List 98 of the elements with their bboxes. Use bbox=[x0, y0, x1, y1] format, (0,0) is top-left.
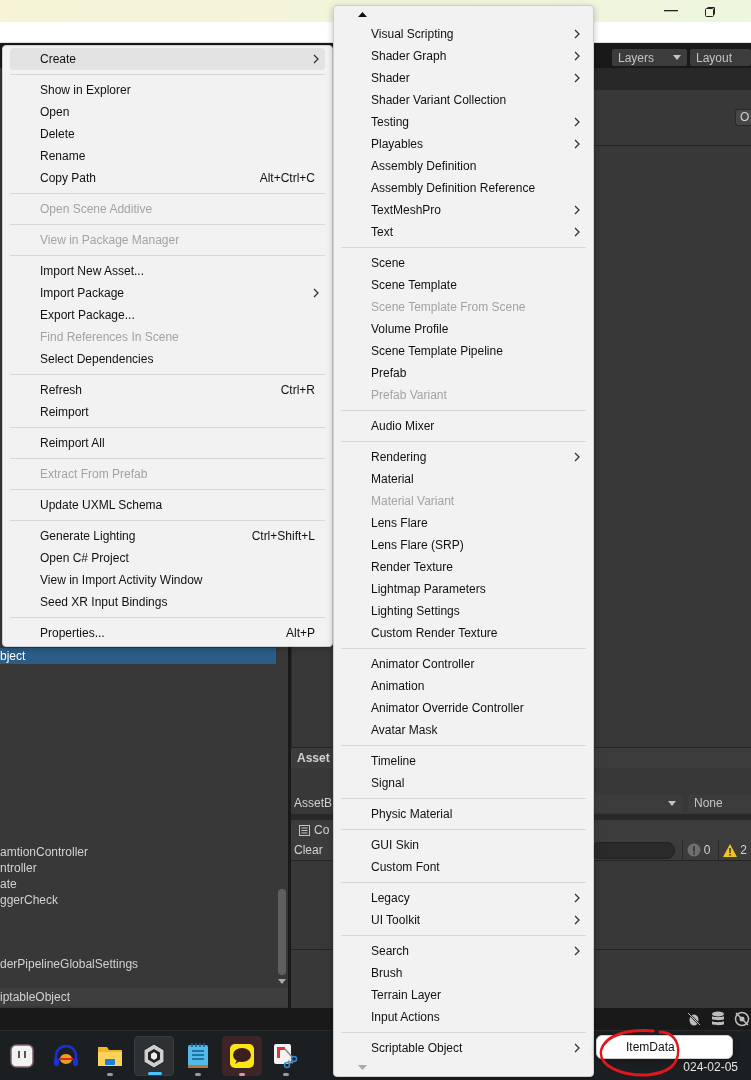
menu-item[interactable]: Create bbox=[10, 48, 325, 70]
menu-item[interactable]: GUI Skin bbox=[341, 834, 586, 856]
menu-item[interactable]: UI Toolkit bbox=[341, 909, 586, 931]
menu-item[interactable]: TextMeshPro bbox=[341, 199, 586, 221]
menu-item[interactable]: Lens Flare (SRP) bbox=[341, 534, 586, 556]
menu-item[interactable]: Delete bbox=[10, 123, 325, 145]
menu-item[interactable]: Timeline bbox=[341, 750, 586, 772]
menu-item[interactable]: Playables bbox=[341, 133, 586, 155]
warning-icon bbox=[723, 843, 738, 857]
menu-item[interactable]: View in Import Activity Window bbox=[10, 569, 325, 591]
menu-item[interactable]: Terrain Layer bbox=[341, 984, 586, 1006]
scrollbar-thumb[interactable] bbox=[278, 889, 286, 975]
menu-item[interactable]: Update UXML Schema bbox=[10, 494, 325, 516]
menu-item[interactable]: Refresh Ctrl+R bbox=[10, 379, 325, 401]
menu-item[interactable]: Rename bbox=[10, 145, 325, 167]
error-count-toggle[interactable]: 0 bbox=[681, 840, 715, 860]
menu-item[interactable]: Search bbox=[341, 940, 586, 962]
menu-item[interactable]: Open C# Project bbox=[10, 547, 325, 569]
scissors-icon bbox=[273, 1042, 299, 1069]
menu-item[interactable]: Material bbox=[341, 468, 586, 490]
menu-item[interactable]: Scene bbox=[341, 252, 586, 274]
menu-item[interactable]: Brush bbox=[341, 962, 586, 984]
menu-item[interactable]: Generate Lighting Ctrl+Shift+L bbox=[10, 525, 325, 547]
menu-item[interactable]: Legacy bbox=[341, 887, 586, 909]
project-item[interactable]: ntroller bbox=[0, 860, 276, 876]
field-label: AssetB bbox=[294, 796, 332, 810]
project-item[interactable]: ate bbox=[0, 876, 276, 892]
overlay-button[interactable]: O bbox=[735, 109, 751, 126]
menu-item[interactable]: Lightmap Parameters bbox=[341, 578, 586, 600]
panel-tab[interactable]: Asset bbox=[297, 751, 330, 765]
menu-item[interactable]: Shader bbox=[341, 67, 586, 89]
menu-item[interactable]: Animator Controller bbox=[341, 653, 586, 675]
menu-item[interactable]: Reimport All bbox=[10, 432, 325, 454]
menu-item[interactable]: Scene Template bbox=[341, 274, 586, 296]
layers-dropdown[interactable]: Layers bbox=[612, 49, 687, 66]
network-icon[interactable] bbox=[734, 1011, 750, 1027]
menu-item[interactable]: Rendering bbox=[341, 446, 586, 468]
menu-item[interactable]: Open bbox=[10, 101, 325, 123]
menu-item[interactable]: Assembly Definition Reference bbox=[341, 177, 586, 199]
menu-item[interactable]: Properties... Alt+P bbox=[10, 622, 325, 644]
menu-item[interactable]: Physic Material bbox=[341, 803, 586, 825]
menu-item[interactable]: Avatar Mask bbox=[341, 719, 586, 741]
menu-item[interactable]: Testing bbox=[341, 111, 586, 133]
menu-item[interactable]: Import New Asset... bbox=[10, 260, 325, 282]
folder-icon bbox=[97, 1044, 123, 1067]
menu-item[interactable]: Custom Font bbox=[341, 856, 586, 878]
menu-item[interactable]: Select Dependencies bbox=[10, 348, 325, 370]
cube-icon bbox=[142, 1042, 166, 1069]
dropdown-arrow-icon bbox=[673, 55, 681, 60]
menu-item[interactable]: Volume Profile bbox=[341, 318, 586, 340]
menu-item[interactable]: Scene Template Pipeline bbox=[341, 340, 586, 362]
project-item[interactable]: ggerCheck bbox=[0, 892, 276, 908]
dropdown-arrow-icon bbox=[668, 800, 676, 806]
project-item[interactable]: bject bbox=[0, 648, 276, 664]
taskbar-button[interactable] bbox=[134, 1035, 174, 1076]
minimize-icon[interactable] bbox=[664, 10, 678, 12]
menu-item[interactable]: Scriptable Object bbox=[341, 1037, 586, 1059]
menu-item[interactable]: Reimport bbox=[10, 401, 325, 423]
console-icon bbox=[299, 824, 310, 836]
error-icon bbox=[686, 843, 701, 857]
menu-item[interactable]: Signal bbox=[341, 772, 586, 794]
menu-item[interactable]: Animator Override Controller bbox=[341, 697, 586, 719]
menu-item[interactable]: Show in Explorer bbox=[10, 79, 325, 101]
scroll-up-icon[interactable] bbox=[358, 12, 367, 17]
restore-icon[interactable] bbox=[705, 5, 716, 17]
menu-item[interactable]: Input Actions bbox=[341, 1006, 586, 1028]
menu-item[interactable]: Animation bbox=[341, 675, 586, 697]
menu-item[interactable]: Lighting Settings bbox=[341, 600, 586, 622]
selected-path: iptableObject bbox=[0, 988, 288, 1006]
menu-item[interactable]: Seed XR Input Bindings bbox=[10, 591, 325, 613]
menu-item[interactable]: Assembly Definition bbox=[341, 155, 586, 177]
notepad-icon bbox=[187, 1042, 209, 1069]
menu-item[interactable]: Text bbox=[341, 221, 586, 243]
panel-tab[interactable]: Co bbox=[314, 823, 330, 837]
menu-item[interactable]: Render Texture bbox=[341, 556, 586, 578]
menu-item[interactable]: Audio Mixer bbox=[341, 415, 586, 437]
scroll-down-icon[interactable] bbox=[278, 979, 286, 984]
menu-item[interactable]: Lens Flare bbox=[341, 512, 586, 534]
database-icon[interactable] bbox=[711, 1011, 725, 1027]
menu-item[interactable]: Export Package... bbox=[10, 304, 325, 326]
chat-bubble-icon bbox=[229, 1042, 255, 1069]
project-item[interactable]: amtionController bbox=[0, 844, 276, 860]
layout-dropdown[interactable]: Layout bbox=[690, 49, 751, 66]
variant-dropdown[interactable]: None bbox=[688, 794, 751, 812]
menu-item[interactable]: Import Package bbox=[10, 282, 325, 304]
bug-icon[interactable] bbox=[686, 1011, 702, 1027]
clear-button[interactable]: Clear bbox=[294, 843, 323, 857]
menu-item[interactable]: Custom Render Texture bbox=[341, 622, 586, 644]
menu-item[interactable]: Prefab bbox=[341, 362, 586, 384]
menu-item[interactable]: Shader Variant Collection bbox=[341, 89, 586, 111]
project-item[interactable]: derPipelineGlobalSettings bbox=[0, 956, 276, 972]
face-app-icon bbox=[10, 1043, 34, 1068]
warning-count-toggle[interactable]: 2 bbox=[718, 840, 751, 860]
headphones-icon bbox=[53, 1043, 79, 1068]
taskbar-date: 024-02-05 bbox=[683, 1060, 739, 1076]
menu-item[interactable]: Shader Graph bbox=[341, 45, 586, 67]
menu-item[interactable]: Copy Path Alt+Ctrl+C bbox=[10, 167, 325, 189]
taskbar-button[interactable] bbox=[222, 1035, 262, 1076]
